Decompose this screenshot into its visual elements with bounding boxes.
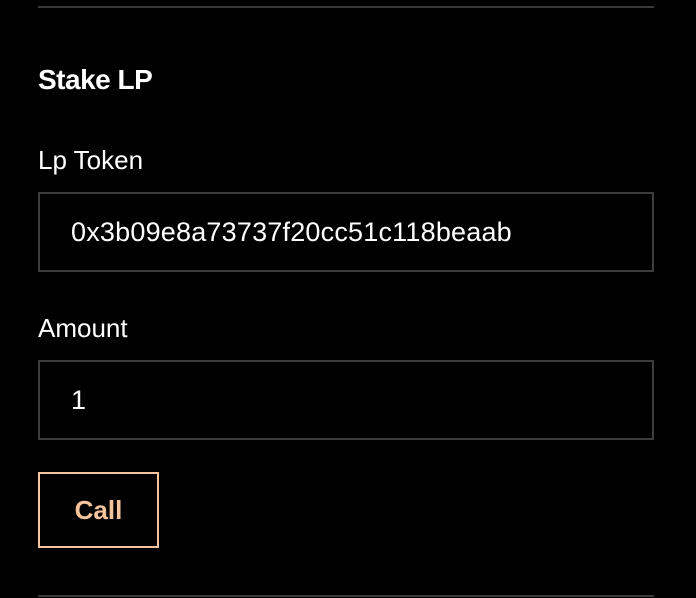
lp-token-label: Lp Token (38, 145, 144, 175)
amount-label: Amount (38, 313, 128, 343)
amount-input[interactable] (38, 360, 654, 440)
call-button[interactable]: Call (38, 472, 159, 548)
top-divider (38, 6, 654, 8)
lp-token-input[interactable] (38, 192, 654, 272)
bottom-divider (38, 595, 654, 597)
section-title: Stake LP (38, 64, 153, 95)
